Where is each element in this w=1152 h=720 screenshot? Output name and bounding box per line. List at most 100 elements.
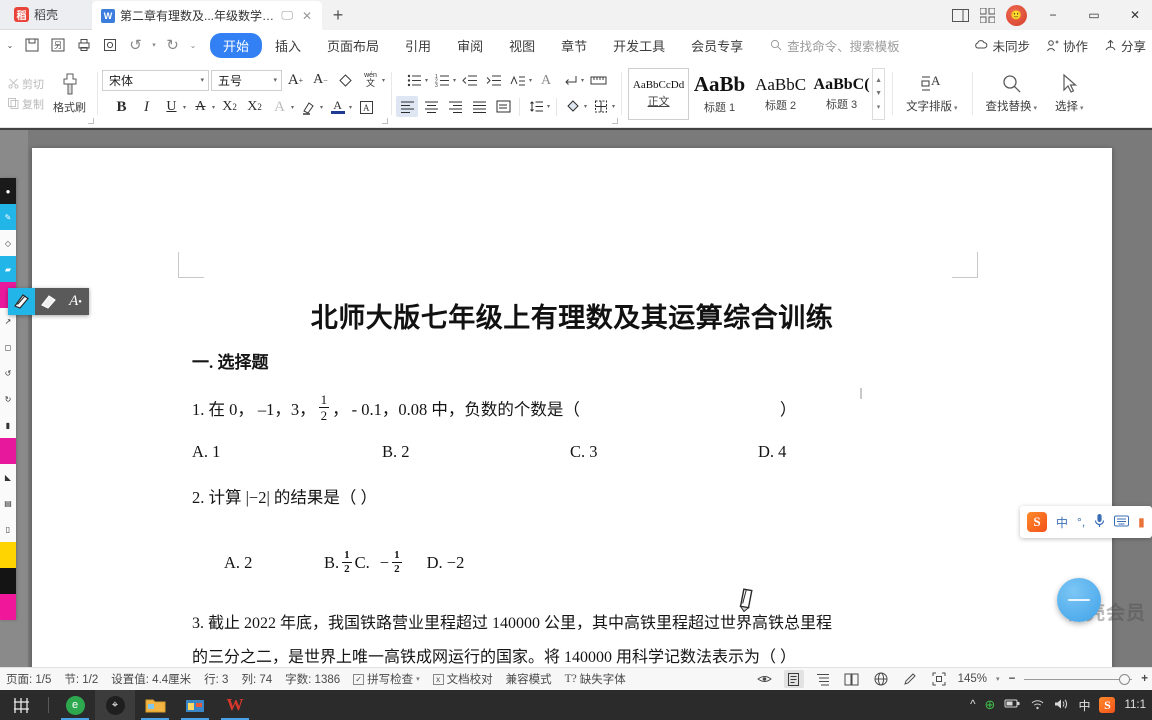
bullet-list-icon[interactable]: [403, 70, 425, 91]
ink-tool-eraser[interactable]: ◻: [0, 334, 16, 360]
show-marks-icon[interactable]: A: [535, 70, 557, 91]
chevron-down-icon[interactable]: ▾: [320, 104, 323, 111]
chevron-down-icon[interactable]: ▾: [382, 77, 385, 84]
sync-status-button[interactable]: 未同步: [974, 36, 1030, 55]
clear-format-icon[interactable]: [334, 69, 357, 91]
ink-tool-pen[interactable]: ✎: [0, 204, 16, 230]
taskbar-app-store[interactable]: [175, 690, 215, 720]
style-more-icon[interactable]: ▾: [877, 103, 881, 111]
floating-assistant-button[interactable]: [1057, 578, 1101, 622]
status-page[interactable]: 页面: 1/5: [6, 671, 51, 687]
status-column[interactable]: 列: 74: [241, 671, 272, 687]
redo-button[interactable]: ↻: [160, 33, 185, 57]
microphone-icon[interactable]: [1094, 513, 1105, 531]
style-heading-3[interactable]: AaBbC( 标题 3: [811, 68, 872, 120]
zoom-level-label[interactable]: 145%: [958, 673, 987, 685]
ink-tool-color-pink[interactable]: [0, 438, 16, 464]
chevron-down-icon[interactable]: ▾: [349, 104, 352, 111]
tab-view[interactable]: 视图: [496, 33, 548, 58]
ink-tool-undo[interactable]: ↺: [0, 360, 16, 386]
pen-icon[interactable]: [8, 288, 35, 315]
align-left-icon[interactable]: [396, 96, 419, 117]
status-word-count[interactable]: 字数: 1386: [285, 671, 340, 687]
security-shield-icon[interactable]: ⊕: [985, 697, 996, 713]
tab-developer-tools[interactable]: 开发工具: [600, 33, 678, 58]
ink-annotation-strip[interactable]: ● ✎ ◇ ▰ ↗ ◻ ↺ ↻ ▮ ◣ ▤ ▯: [0, 178, 16, 620]
style-normal[interactable]: AaBbCcDd 正文: [628, 67, 690, 120]
scroll-up-icon[interactable]: ▲: [875, 77, 882, 84]
format-painter-button[interactable]: 格式刷: [47, 72, 92, 115]
ink-tool-highlight[interactable]: ▰: [0, 256, 16, 282]
share-button[interactable]: 分享: [1104, 36, 1146, 55]
ink-tool-color-black[interactable]: [0, 568, 16, 594]
line-break-icon[interactable]: [559, 70, 581, 91]
shading-icon[interactable]: [562, 96, 584, 117]
maximize-button[interactable]: ▭: [1079, 0, 1109, 30]
chevron-down-icon[interactable]: ▾: [612, 103, 615, 110]
distribute-icon[interactable]: [492, 96, 514, 117]
ruler-icon[interactable]: [587, 70, 609, 91]
superscript-button[interactable]: X2: [218, 96, 241, 118]
ink-tool-color-yellow[interactable]: [0, 542, 16, 568]
chevron-down-icon[interactable]: ▾: [996, 675, 1000, 683]
chevron-down-icon[interactable]: ▾: [584, 103, 587, 110]
status-line[interactable]: 行: 3: [204, 671, 228, 687]
text-tool-icon[interactable]: A ●: [62, 288, 89, 315]
undo-button[interactable]: ↺: [123, 33, 148, 57]
reading-view-button[interactable]: [842, 670, 862, 688]
ink-tool-cursor[interactable]: ●: [0, 178, 16, 204]
shrink-font-button[interactable]: A −: [309, 69, 332, 91]
outline-view-button[interactable]: [813, 670, 833, 688]
align-justify-icon[interactable]: [468, 96, 490, 117]
fit-page-button[interactable]: [929, 670, 949, 688]
copy-button[interactable]: 复制: [8, 96, 44, 112]
character-border-button[interactable]: A: [355, 96, 378, 118]
document-canvas[interactable]: 北师大版七年级上有理数及其运算综合训练 一. 选择题 1. 在 0， –1，3，…: [0, 130, 1152, 667]
tab-start[interactable]: 开始: [210, 32, 263, 58]
tab-section[interactable]: 章节: [548, 33, 600, 58]
ink-tool-fill[interactable]: ◣: [0, 464, 16, 490]
font-size-combo[interactable]: 五号 ▾: [211, 69, 282, 91]
tab-restore-icon[interactable]: 🖵: [279, 8, 295, 23]
document-page[interactable]: 北师大版七年级上有理数及其运算综合训练 一. 选择题 1. 在 0， –1，3，…: [32, 148, 1112, 667]
qat-expand-icon[interactable]: ⌄: [2, 33, 18, 57]
cut-button[interactable]: 剪切: [8, 76, 44, 92]
taskbar-app-wps[interactable]: W: [215, 690, 255, 720]
ink-tool-frame[interactable]: ▤: [0, 490, 16, 516]
web-view-button[interactable]: [871, 670, 891, 688]
zoom-slider[interactable]: [1024, 672, 1133, 686]
taskbar-app-explorer[interactable]: [135, 690, 175, 720]
ink-tool-color-rose[interactable]: [0, 594, 16, 620]
ime-punctuation-toggle[interactable]: °,: [1077, 515, 1085, 529]
tab-page-layout[interactable]: 页面布局: [314, 33, 392, 58]
print-preview-button[interactable]: [97, 33, 122, 57]
style-gallery-scroll[interactable]: ▲ ▼ ▾: [872, 67, 886, 120]
tab-close-icon[interactable]: ✕: [300, 9, 314, 23]
borders-icon[interactable]: [590, 96, 612, 117]
style-heading-2[interactable]: AaBbC 标题 2: [750, 68, 811, 120]
ink-view-button[interactable]: [900, 670, 920, 688]
status-compat-mode[interactable]: 兼容模式: [506, 671, 552, 687]
align-center-icon[interactable]: [420, 96, 442, 117]
battery-icon[interactable]: [1004, 698, 1021, 712]
paragraph-dialog-launcher[interactable]: [612, 118, 619, 124]
sogou-logo-icon[interactable]: S: [1027, 512, 1047, 532]
status-proofread[interactable]: x 文档校对: [432, 671, 493, 687]
tab-member-exclusive[interactable]: 会员专享: [678, 33, 756, 58]
sogou-ime-tray-icon[interactable]: S: [1099, 697, 1116, 713]
more-icon[interactable]: ▮: [1138, 515, 1145, 529]
increase-indent-icon[interactable]: [483, 70, 505, 91]
subscript-button[interactable]: X2: [243, 96, 266, 118]
zoom-out-button[interactable]: −: [1009, 673, 1016, 685]
customize-qat-button[interactable]: ⌄: [186, 33, 200, 57]
tab-references[interactable]: 引用: [392, 33, 444, 58]
page-view-button[interactable]: [783, 670, 804, 688]
tab-insert[interactable]: 插入: [262, 33, 314, 58]
zoom-in-button[interactable]: +: [1141, 673, 1148, 685]
numbered-list-icon[interactable]: 123: [431, 70, 453, 91]
sort-icon[interactable]: [507, 70, 529, 91]
grid-apps-icon[interactable]: [980, 7, 995, 23]
keyboard-icon[interactable]: [1114, 515, 1130, 530]
tab-review[interactable]: 审阅: [444, 33, 496, 58]
italic-button[interactable]: I: [135, 96, 158, 118]
